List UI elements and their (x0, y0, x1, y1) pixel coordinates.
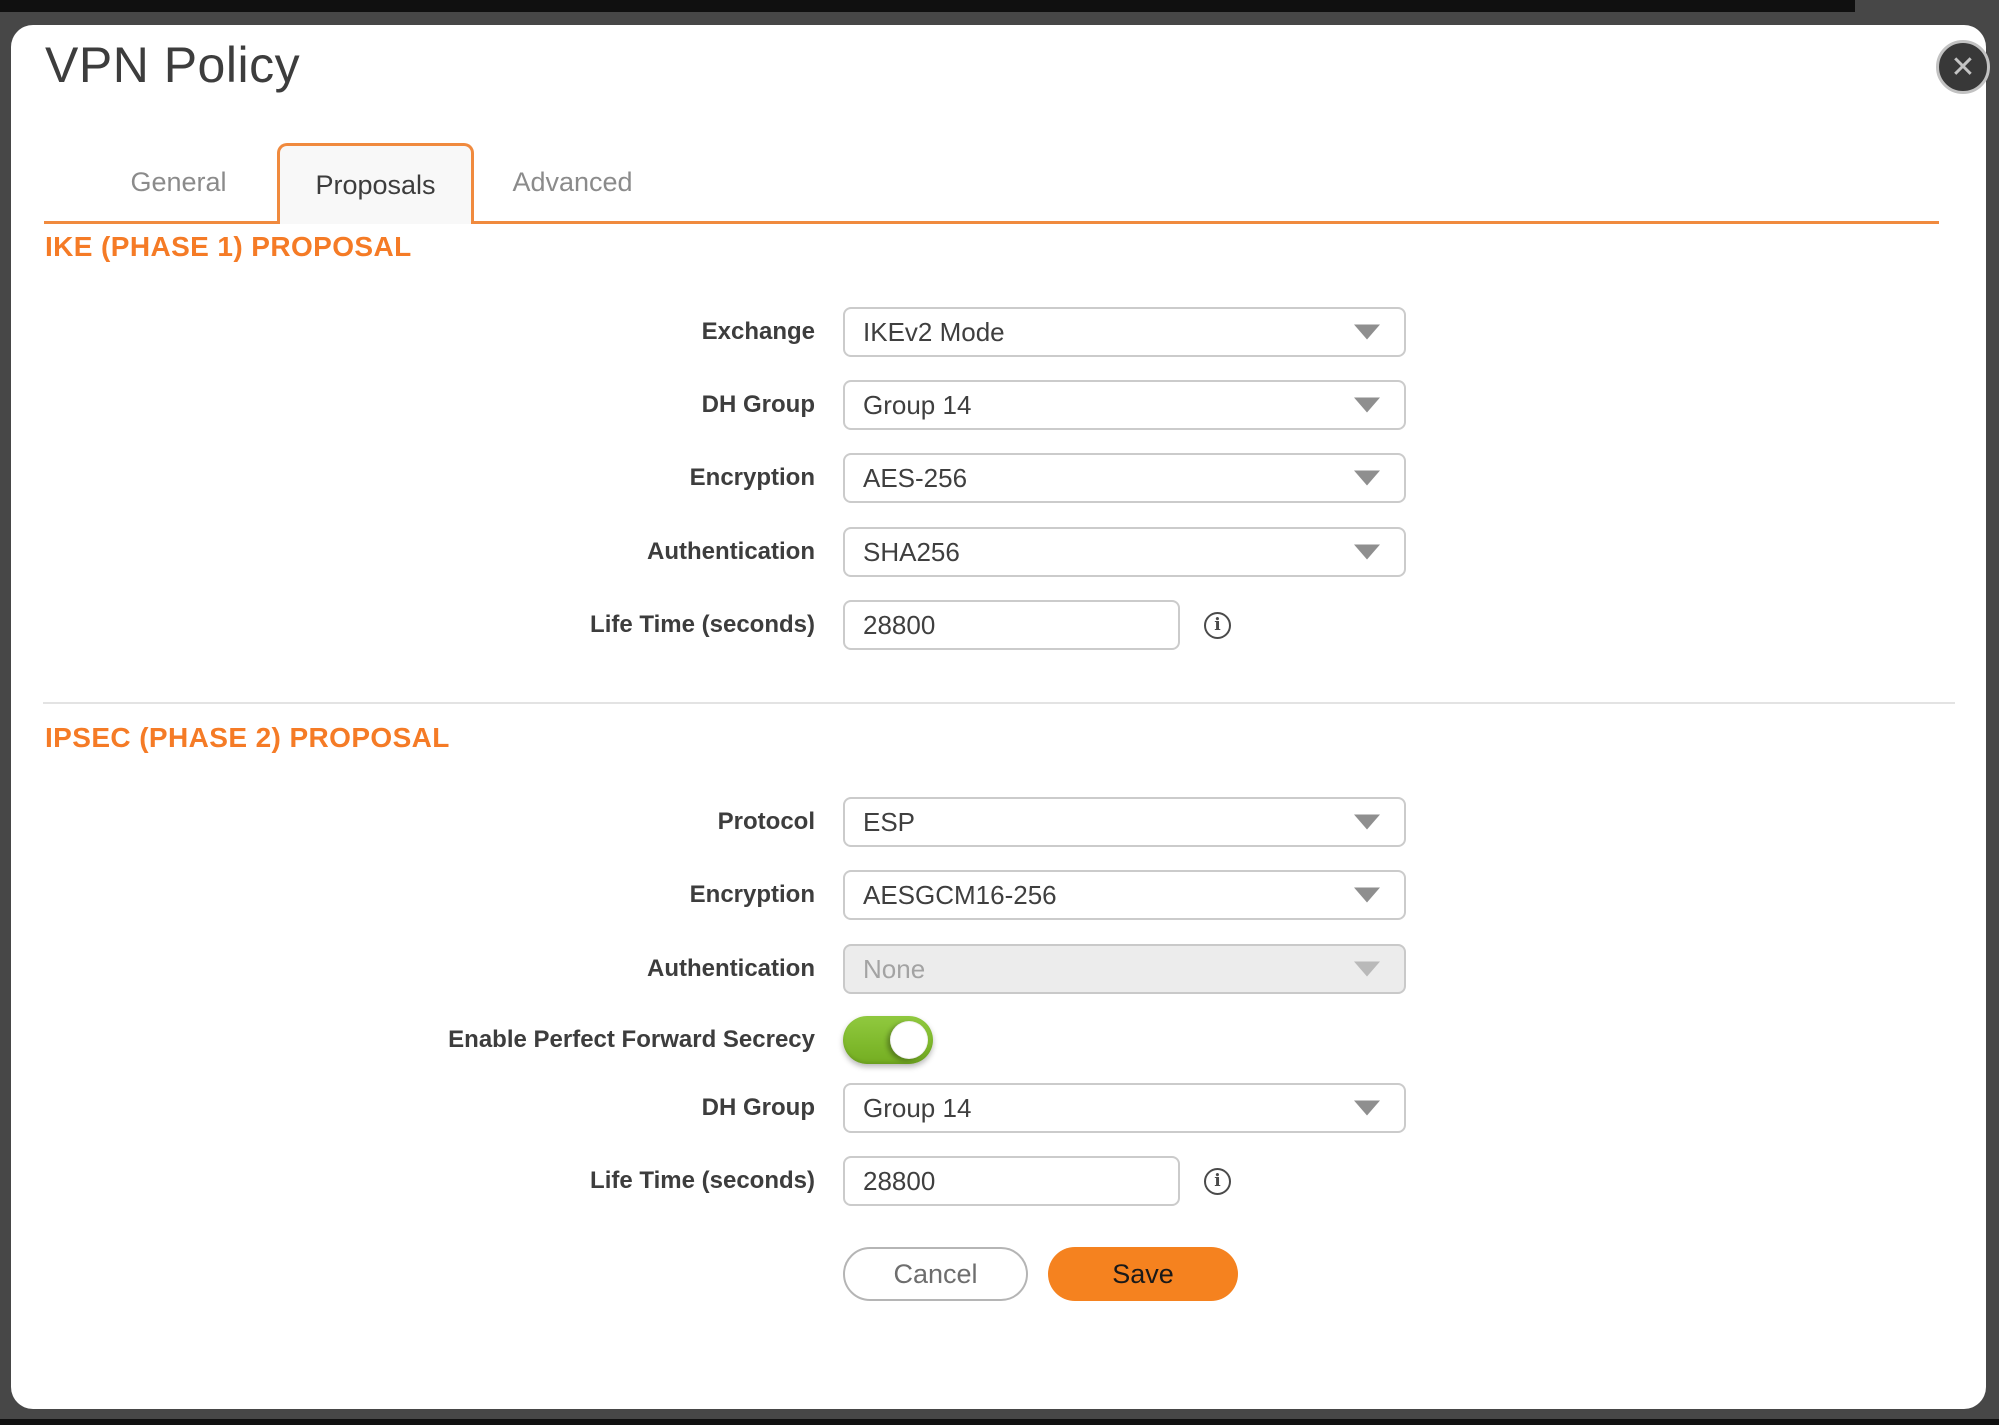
dropdown-caret-icon (1354, 1101, 1380, 1116)
tab-advanced[interactable]: Advanced (474, 143, 671, 221)
dh-group-row: DH Group Group 14 (45, 380, 1406, 430)
exchange-row: Exchange IKEv2 Mode (45, 307, 1406, 357)
window-top-edge (0, 0, 1855, 12)
ipsec-dh-group-row: DH Group Group 14 (45, 1083, 1406, 1133)
pfs-row: Enable Perfect Forward Secrecy (45, 1015, 933, 1065)
ipsec-phase2-heading: IPSEC (PHASE 2) PROPOSAL (45, 722, 450, 754)
dropdown-caret-icon (1354, 815, 1380, 830)
vpn-policy-dialog: VPN Policy General Proposals Advanced IK… (11, 25, 1986, 1409)
ipsec-encryption-row: Encryption AESGCM16-256 (45, 870, 1406, 920)
dh-group-dropdown[interactable]: Group 14 (843, 380, 1406, 430)
life-time-row: Life Time (seconds) i (45, 600, 1231, 650)
cancel-button[interactable]: Cancel (843, 1247, 1028, 1301)
authentication-value: SHA256 (863, 537, 960, 568)
protocol-label: Protocol (45, 808, 843, 836)
save-button[interactable]: Save (1048, 1247, 1238, 1301)
section-divider (43, 702, 1955, 704)
info-icon[interactable]: i (1204, 612, 1231, 639)
dropdown-caret-icon (1354, 325, 1380, 340)
ipsec-life-time-input[interactable] (843, 1156, 1180, 1206)
exchange-value: IKEv2 Mode (863, 317, 1005, 348)
exchange-dropdown[interactable]: IKEv2 Mode (843, 307, 1406, 357)
protocol-row: Protocol ESP (45, 797, 1406, 847)
dropdown-caret-icon (1354, 471, 1380, 486)
pfs-toggle[interactable] (843, 1016, 933, 1064)
dh-group-value: Group 14 (863, 390, 971, 421)
ike-phase1-heading: IKE (PHASE 1) PROPOSAL (45, 231, 412, 263)
page-title: VPN Policy (45, 35, 300, 95)
ipsec-life-time-row: Life Time (seconds) i (45, 1156, 1231, 1206)
window-bottom-edge (0, 1419, 1999, 1425)
ipsec-dh-group-value: Group 14 (863, 1093, 971, 1124)
encryption-row: Encryption AES-256 (45, 453, 1406, 503)
encryption-value: AES-256 (863, 463, 967, 494)
toggle-knob (890, 1021, 928, 1059)
life-time-input[interactable] (843, 600, 1180, 650)
tab-bar: General Proposals Advanced (44, 143, 1939, 224)
dropdown-caret-icon (1354, 888, 1380, 903)
exchange-label: Exchange (45, 318, 843, 346)
tab-general[interactable]: General (80, 143, 277, 221)
ipsec-authentication-label: Authentication (45, 955, 843, 983)
encryption-label: Encryption (45, 464, 843, 492)
ipsec-dh-group-label: DH Group (45, 1094, 843, 1122)
ipsec-authentication-value: None (863, 954, 925, 985)
dh-group-label: DH Group (45, 391, 843, 419)
dropdown-caret-icon (1354, 398, 1380, 413)
tab-proposals[interactable]: Proposals (277, 143, 474, 224)
dropdown-caret-icon (1354, 545, 1380, 560)
ipsec-encryption-label: Encryption (45, 881, 843, 909)
life-time-label: Life Time (seconds) (45, 611, 843, 639)
ipsec-authentication-row: Authentication None (45, 944, 1406, 994)
dialog-footer: Cancel Save (843, 1247, 1238, 1301)
ipsec-authentication-dropdown: None (843, 944, 1406, 994)
ipsec-dh-group-dropdown[interactable]: Group 14 (843, 1083, 1406, 1133)
info-icon[interactable]: i (1204, 1168, 1231, 1195)
dropdown-caret-icon (1354, 962, 1380, 977)
encryption-dropdown[interactable]: AES-256 (843, 453, 1406, 503)
screen: VPN Policy General Proposals Advanced IK… (0, 0, 1999, 1425)
ipsec-life-time-label: Life Time (seconds) (45, 1167, 843, 1195)
authentication-row: Authentication SHA256 (45, 527, 1406, 577)
close-icon[interactable]: ✕ (1936, 40, 1990, 94)
protocol-value: ESP (863, 807, 915, 838)
authentication-dropdown[interactable]: SHA256 (843, 527, 1406, 577)
ipsec-encryption-value: AESGCM16-256 (863, 880, 1057, 911)
pfs-label: Enable Perfect Forward Secrecy (45, 1026, 843, 1054)
authentication-label: Authentication (45, 538, 843, 566)
protocol-dropdown[interactable]: ESP (843, 797, 1406, 847)
ipsec-encryption-dropdown[interactable]: AESGCM16-256 (843, 870, 1406, 920)
